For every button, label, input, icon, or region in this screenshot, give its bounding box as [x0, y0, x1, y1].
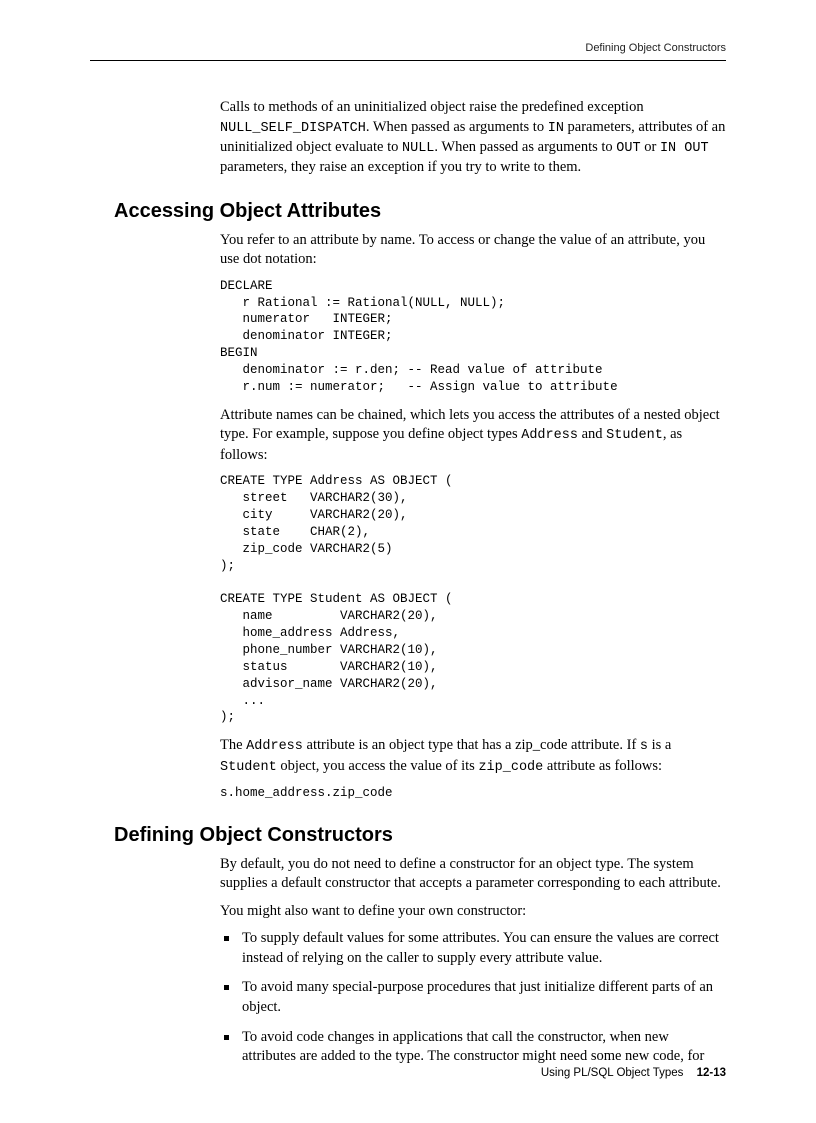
- text: The: [220, 737, 246, 753]
- list-item: To avoid code changes in applications th…: [220, 1028, 726, 1067]
- text: . When passed as arguments to: [434, 139, 616, 155]
- list-item: To avoid many special-purpose procedures…: [220, 978, 726, 1017]
- code-inline: IN OUT: [660, 141, 709, 156]
- page: Defining Object Constructors Calls to me…: [0, 0, 816, 1123]
- heading-accessing-attributes: Accessing Object Attributes: [114, 200, 726, 223]
- running-head: Defining Object Constructors: [585, 42, 726, 54]
- code-block: DECLARE r Rational := Rational(NULL, NUL…: [220, 278, 726, 396]
- code-inline: Student: [606, 428, 663, 443]
- section2-block: By default, you do not need to define a …: [220, 855, 726, 1067]
- text: . When passed as arguments to: [366, 119, 548, 135]
- text: is a: [648, 737, 671, 753]
- text: object, you access the value of its: [277, 758, 479, 774]
- intro-paragraph: Calls to methods of an uninitialized obj…: [220, 98, 726, 178]
- section1-block: You refer to an attribute by name. To ac…: [220, 231, 726, 802]
- code-inline: Address: [521, 428, 578, 443]
- bullet-list: To supply default values for some attrib…: [220, 929, 726, 1066]
- paragraph: By default, you do not need to define a …: [220, 855, 726, 894]
- code-inline: OUT: [616, 141, 640, 156]
- text: attribute is an object type that has a z…: [303, 737, 640, 753]
- footer-page-number: 12-13: [697, 1067, 726, 1079]
- text: and: [578, 426, 606, 442]
- content-area: Calls to methods of an uninitialized obj…: [90, 90, 726, 1033]
- heading-defining-constructors: Defining Object Constructors: [114, 824, 726, 847]
- paragraph: You refer to an attribute by name. To ac…: [220, 231, 726, 270]
- header-rule: [90, 60, 726, 61]
- page-footer: Using PL/SQL Object Types 12-13: [541, 1067, 726, 1079]
- code-inline: IN: [548, 121, 564, 136]
- intro-block: Calls to methods of an uninitialized obj…: [220, 98, 726, 178]
- text: Calls to methods of an uninitialized obj…: [220, 99, 644, 115]
- code-inline: Address: [246, 739, 303, 754]
- paragraph: Attribute names can be chained, which le…: [220, 406, 726, 465]
- code-block: CREATE TYPE Address AS OBJECT ( street V…: [220, 473, 726, 726]
- code-inline: NULL: [402, 141, 434, 156]
- list-item: To supply default values for some attrib…: [220, 929, 726, 968]
- text: attribute as follows:: [543, 758, 662, 774]
- code-inline: s: [640, 739, 648, 754]
- text: or: [641, 139, 660, 155]
- code-inline: NULL_SELF_DISPATCH: [220, 121, 366, 136]
- paragraph: You might also want to define your own c…: [220, 902, 726, 922]
- code-block: s.home_address.zip_code: [220, 785, 726, 802]
- footer-chapter: Using PL/SQL Object Types: [541, 1067, 684, 1079]
- code-inline: Student: [220, 760, 277, 775]
- code-inline: zip_code: [478, 760, 543, 775]
- paragraph: The Address attribute is an object type …: [220, 736, 726, 776]
- text: parameters, they raise an exception if y…: [220, 159, 581, 175]
